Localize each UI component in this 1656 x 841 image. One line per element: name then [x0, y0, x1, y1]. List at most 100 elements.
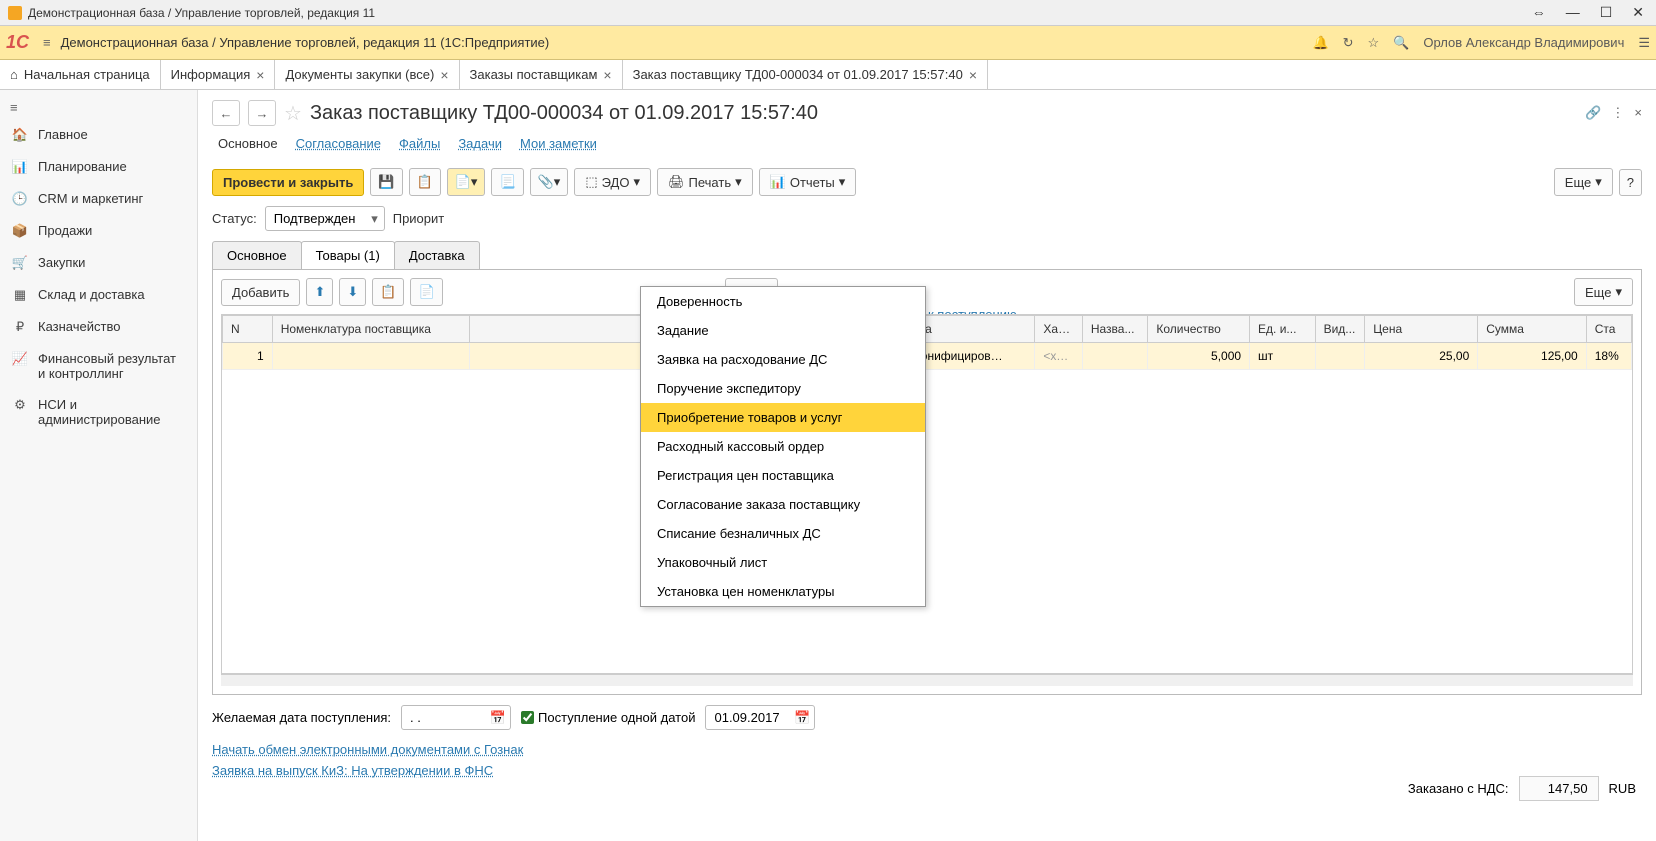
col-supplier-item[interactable]: Номенклатура поставщика [272, 316, 470, 343]
post-close-button[interactable]: Провести и закрыть [212, 169, 364, 196]
desired-date-input[interactable]: . .📅 [401, 705, 511, 730]
close-window-icon[interactable]: ✕ [1628, 4, 1648, 21]
sidebar-item-main[interactable]: 🏠Главное [0, 119, 197, 151]
history-icon[interactable]: ↻ [1343, 35, 1354, 51]
star-icon[interactable]: ☆ [1368, 35, 1380, 51]
subtab-tasks[interactable]: Задачи [458, 136, 502, 152]
col-vat[interactable]: Ста [1586, 316, 1631, 343]
col-type[interactable]: Вид... [1315, 316, 1365, 343]
edo-button[interactable]: ⬚ ЭДО ▾ [574, 168, 651, 196]
dropdown-item[interactable]: Поручение экспедитору [641, 374, 925, 403]
dropdown-item[interactable]: Расходный кассовый ордер [641, 432, 925, 461]
link-icon[interactable]: 🔗 [1585, 105, 1601, 121]
sidebar-item-treasury[interactable]: ₽Казначейство [0, 311, 197, 343]
dropdown-item[interactable]: Доверенность [641, 287, 925, 316]
tab-orders[interactable]: Заказы поставщикам × [460, 60, 623, 89]
more-button[interactable]: Еще ▾ [1554, 168, 1613, 196]
goods-table[interactable]: N Номенклатура поставщика Номенклатура Х… [221, 314, 1633, 674]
inner-tab-delivery[interactable]: Доставка [394, 241, 480, 269]
col-unit[interactable]: Ед. и... [1250, 316, 1316, 343]
single-date-input[interactable]: 01.09.2017📅 [705, 705, 815, 730]
subtab-approval[interactable]: Согласование [296, 136, 381, 152]
copy-button[interactable]: 📋 [372, 278, 404, 306]
sidebar-item-crm[interactable]: 🕒CRM и маркетинг [0, 183, 197, 215]
post-button[interactable]: 📋 [409, 168, 441, 196]
start-edo-link[interactable]: Начать обмен электронными документами с … [212, 742, 1642, 757]
menu-icon[interactable]: ≡ [43, 35, 51, 50]
dropdown-item[interactable]: Списание безналичных ДС [641, 519, 925, 548]
dropdown-item[interactable]: Согласование заказа поставщику [641, 490, 925, 519]
move-down-button[interactable]: ⬇ [339, 278, 366, 306]
col-n[interactable]: N [223, 316, 273, 343]
cell-name[interactable] [1082, 343, 1148, 370]
close-icon[interactable]: × [969, 67, 977, 83]
inner-tab-main[interactable]: Основное [212, 241, 302, 269]
dropdown-item-highlight[interactable]: Приобретение товаров и услуг [641, 403, 925, 432]
subtab-files[interactable]: Файлы [399, 136, 440, 152]
move-up-button[interactable]: ⬆ [306, 278, 333, 306]
cell-char[interactable]: <ха… [1035, 343, 1082, 370]
attach-button[interactable]: 📎▾ [530, 168, 569, 196]
dropdown-item[interactable]: Задание [641, 316, 925, 345]
forward-button[interactable]: → [248, 100, 276, 126]
help-button[interactable]: ? [1619, 169, 1642, 196]
close-icon[interactable]: × [440, 67, 448, 83]
calendar-icon[interactable]: 📅 [490, 710, 506, 726]
sidebar-toggle-icon[interactable]: ≡ [0, 96, 197, 119]
dropdown-item[interactable]: Заявка на расходование ДС [641, 345, 925, 374]
minimize-icon[interactable]: — [1562, 4, 1584, 21]
sidebar-item-sales[interactable]: 📦Продажи [0, 215, 197, 247]
cell-vat[interactable]: 18% [1586, 343, 1631, 370]
col-char[interactable]: Хар... [1035, 316, 1082, 343]
subtab-notes[interactable]: Мои заметки [520, 136, 597, 152]
tab-purchase-docs[interactable]: Документы закупки (все) × [275, 60, 459, 89]
user-name[interactable]: Орлов Александр Владимирович [1423, 35, 1624, 50]
col-name[interactable]: Назва... [1082, 316, 1148, 343]
bell-icon[interactable]: 🔔 [1312, 35, 1328, 51]
tab-order-detail[interactable]: Заказ поставщику ТД00-000034 от 01.09.20… [623, 60, 988, 89]
inner-more-button[interactable]: Еще ▾ [1574, 278, 1633, 306]
cell-supplier-item[interactable] [272, 343, 470, 370]
add-button[interactable]: Добавить [221, 279, 300, 306]
paste-button[interactable]: 📄 [410, 278, 442, 306]
table-row[interactable]: 1 КИЗ (неперсонифициров… <ха… 5,000 шт 2… [223, 343, 1632, 370]
cell-n[interactable]: 1 [223, 343, 273, 370]
dropdown-item[interactable]: Установка цен номенклатуры [641, 577, 925, 606]
search-icon[interactable]: 🔍 [1393, 35, 1409, 51]
cell-type[interactable] [1315, 343, 1365, 370]
maximize-icon[interactable]: ☐ [1596, 4, 1617, 21]
close-icon[interactable]: × [603, 67, 611, 83]
reports-button[interactable]: 📊 Отчеты ▾ [759, 168, 857, 196]
doc-button[interactable]: 📃 [491, 168, 523, 196]
more-icon[interactable]: ⋮ [1611, 105, 1624, 121]
single-date-checkbox[interactable]: Поступление одной датой [521, 710, 695, 725]
create-based-button[interactable]: 📄▾ [447, 168, 486, 196]
settings-icon[interactable]: ☰ [1638, 35, 1650, 51]
sidebar-item-planning[interactable]: 📊Планирование [0, 151, 197, 183]
col-qty[interactable]: Количество [1148, 316, 1250, 343]
cell-unit[interactable]: шт [1250, 343, 1316, 370]
cell-sum[interactable]: 125,00 [1478, 343, 1586, 370]
calendar-icon[interactable]: 📅 [794, 710, 810, 726]
print-button[interactable]: 🖨 Печать ▾ [657, 168, 753, 196]
favorite-icon[interactable]: ☆ [284, 101, 302, 126]
tab-info[interactable]: Информация × [161, 60, 276, 89]
save-button[interactable]: 💾 [370, 168, 402, 196]
sidebar-item-admin[interactable]: ⚙НСИ и администрирование [0, 389, 197, 435]
horizontal-scrollbar[interactable] [221, 674, 1633, 686]
dropdown-item[interactable]: Упаковочный лист [641, 548, 925, 577]
back-button[interactable]: ← [212, 100, 240, 126]
close-icon[interactable]: × [256, 67, 264, 83]
cell-qty[interactable]: 5,000 [1148, 343, 1250, 370]
status-select[interactable]: Подтвержден [265, 206, 385, 231]
sidebar-item-warehouse[interactable]: ▦Склад и доставка [0, 279, 197, 311]
col-sum[interactable]: Сумма [1478, 316, 1586, 343]
col-price[interactable]: Цена [1365, 316, 1478, 343]
close-doc-icon[interactable]: × [1634, 105, 1642, 121]
scroll-icon[interactable]: ⇔ [1528, 4, 1550, 21]
cell-price[interactable]: 25,00 [1365, 343, 1478, 370]
subtab-main[interactable]: Основное [218, 136, 278, 152]
sidebar-item-finance[interactable]: 📈Финансовый результат и контроллинг [0, 343, 197, 389]
dropdown-item[interactable]: Регистрация цен поставщика [641, 461, 925, 490]
sidebar-item-purchases[interactable]: 🛒Закупки [0, 247, 197, 279]
